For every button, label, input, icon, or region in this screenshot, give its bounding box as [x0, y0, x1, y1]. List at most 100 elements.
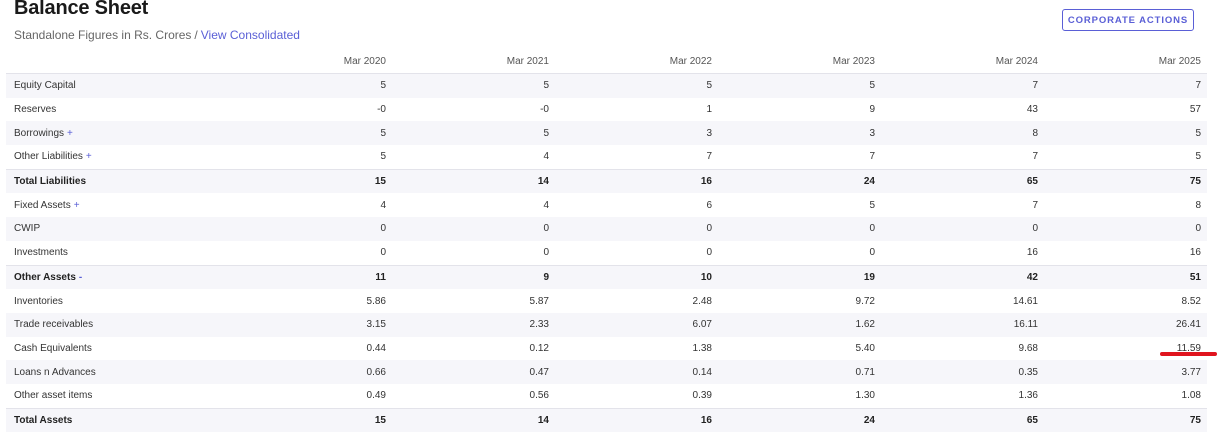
- row-label-text: Investments: [14, 247, 68, 259]
- table-cell: 9.72: [855, 295, 875, 307]
- table-cell: 0.71: [718, 360, 881, 384]
- table-cell: 5.86: [366, 295, 386, 307]
- row-label-text: Total Liabilities: [14, 176, 87, 188]
- table-cell: 14.61: [1012, 295, 1038, 307]
- row-label-text: Total Assets: [14, 414, 73, 426]
- row-label: Cash Equivalents: [6, 337, 229, 361]
- column-header: Mar 2025: [1044, 50, 1207, 74]
- table-cell: 7: [1044, 73, 1207, 98]
- table-cell: 14: [392, 168, 555, 194]
- table-cell: 16: [555, 168, 718, 194]
- table-cell: 1.38: [692, 342, 712, 354]
- expand-plus-icon[interactable]: +: [67, 128, 73, 139]
- table-cell: 0: [229, 217, 392, 241]
- column-header: Mar 2020: [229, 50, 392, 74]
- row-label-text: CWIP: [14, 223, 41, 235]
- table-cell: 1.62: [718, 312, 881, 337]
- view-consolidated-link[interactable]: View Consolidated: [201, 28, 300, 42]
- table-cell: 6: [706, 199, 712, 211]
- table-cell: 2.48: [692, 295, 712, 307]
- expand-plus-icon[interactable]: +: [74, 200, 80, 211]
- table-cell: 0.49: [366, 390, 386, 402]
- table-cell: 7: [706, 151, 712, 163]
- corporate-actions-button[interactable]: CORPORATE ACTIONS: [1062, 9, 1194, 31]
- table-cell: 0: [392, 217, 555, 241]
- table-row: Inventories 5.86 5.87 2.48 9.72 14.61 8.52: [6, 289, 1207, 313]
- table-cell: 5: [869, 199, 875, 211]
- table-row[interactable]: Borrowings +5 5 3 3 8 5: [6, 121, 1207, 146]
- table-cell: 0: [706, 247, 712, 259]
- table-cell: 3.77: [1044, 360, 1207, 384]
- table-cell: 16.11: [881, 312, 1044, 337]
- table-cell: 43: [1026, 104, 1038, 116]
- table-cell: 5: [229, 73, 392, 98]
- table-row: Investments 0 0 0 0 16 16: [6, 241, 1207, 265]
- table-cell: 8: [1195, 199, 1201, 211]
- table-cell: 24: [718, 407, 881, 433]
- table-cell: 8.52: [1181, 295, 1201, 307]
- table-cell: 5: [1044, 121, 1207, 146]
- table-row[interactable]: Other Assets -11 9 10 19 42 51: [6, 264, 1207, 290]
- table-cell: 3: [555, 121, 718, 146]
- table-cell: 5.40: [855, 342, 875, 354]
- table-cell: 15: [229, 168, 392, 194]
- table-cell: 0.66: [229, 360, 392, 384]
- table-cell: 6.07: [555, 312, 718, 337]
- table-cell: 1.36: [1018, 390, 1038, 402]
- table-cell: -0: [540, 104, 549, 116]
- table-cell: 0.14: [555, 360, 718, 384]
- table-cell: 16: [1026, 247, 1038, 259]
- table-cell: 7: [1032, 199, 1038, 211]
- table-row: Total Liabilities 15 14 16 24 65 75: [6, 168, 1207, 194]
- subtitle: Standalone Figures in Rs. Crores / View Co…: [14, 28, 300, 42]
- collapse-minus-icon[interactable]: -: [79, 272, 82, 283]
- row-label-text: Equity Capital: [14, 80, 76, 92]
- expand-plus-icon[interactable]: +: [86, 151, 92, 162]
- table-cell: 5: [555, 73, 718, 98]
- table-cell: 3.15: [229, 312, 392, 337]
- row-label-text: Reserves: [14, 104, 57, 116]
- row-label[interactable]: Fixed Assets +: [6, 193, 229, 217]
- table-cell: 9: [869, 104, 875, 116]
- table-cell: 5: [392, 121, 555, 146]
- table-cell: 4: [380, 199, 386, 211]
- row-label-text: Cash Equivalents: [14, 342, 92, 354]
- table-cell: 26.41: [1044, 312, 1207, 337]
- table-cell: 0.35: [881, 360, 1044, 384]
- row-label: Total Assets: [6, 407, 229, 433]
- table-cell: 5: [392, 73, 555, 98]
- table-row: Loans n Advances 0.66 0.47 0.14 0.71 0.35 3.77: [6, 360, 1207, 384]
- row-label-text: Other Liabilities: [14, 151, 83, 163]
- table-cell: 4: [543, 199, 549, 211]
- row-label[interactable]: Borrowings +: [6, 121, 229, 146]
- table-row[interactable]: Fixed Assets + 4 4 6 5 7 8: [6, 193, 1207, 217]
- table-cell: 5: [380, 151, 386, 163]
- table-cell: 1: [706, 104, 712, 116]
- table-cell: 5: [229, 121, 392, 146]
- table-cell: 0.44: [366, 342, 386, 354]
- row-label: Reserves: [6, 98, 229, 122]
- row-label[interactable]: Other Liabilities +: [6, 145, 229, 169]
- table-cell: 0: [543, 247, 549, 259]
- row-label: Other asset items: [6, 384, 229, 408]
- table-cell: 5: [718, 73, 881, 98]
- table-cell: 51: [1044, 264, 1207, 290]
- subtitle-separator: /: [194, 28, 198, 42]
- table-cell: 14: [392, 407, 555, 433]
- row-label: Investments: [6, 241, 229, 265]
- row-label-text: Other asset items: [14, 390, 93, 402]
- row-label-text: Borrowings: [14, 127, 65, 139]
- row-label-text: Other Assets: [14, 271, 76, 283]
- table-row[interactable]: Other Liabilities +5 4 7 7 7 5: [6, 145, 1207, 169]
- table-cell: 0: [380, 247, 386, 259]
- row-label[interactable]: Other Assets -: [6, 264, 229, 290]
- table-cell: 3: [718, 121, 881, 146]
- table-cell: 65: [881, 168, 1044, 194]
- table-row: Trade receivables 3.15 2.33 6.07 1.62 16.11 26…: [6, 312, 1207, 337]
- row-label: Loans n Advances: [6, 360, 229, 384]
- table-cell: 15: [229, 407, 392, 433]
- row-label-text: Loans n Advances: [14, 366, 96, 378]
- table-cell: 24: [718, 168, 881, 194]
- table-cell: 0.47: [392, 360, 555, 384]
- table-cell: 4: [543, 151, 549, 163]
